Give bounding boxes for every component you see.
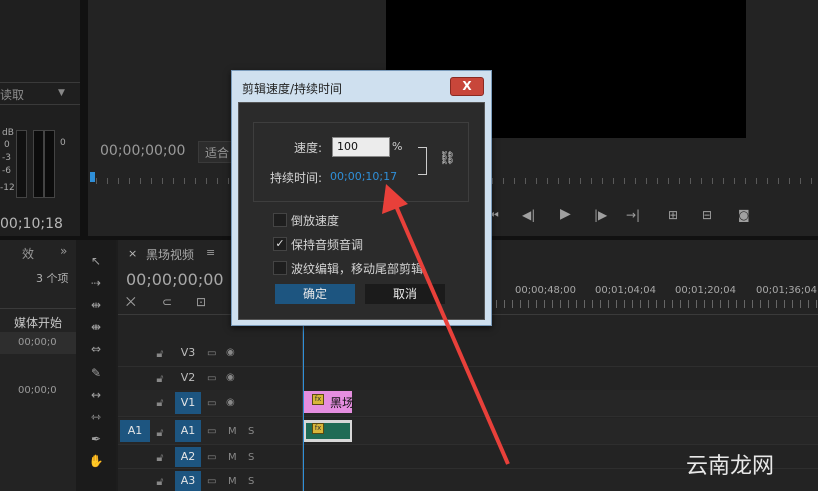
watermark: 云南龙网 [686,454,775,479]
annotation-arrow [382,184,510,465]
arrow-shaft [394,205,510,465]
arrow-head [382,184,408,214]
